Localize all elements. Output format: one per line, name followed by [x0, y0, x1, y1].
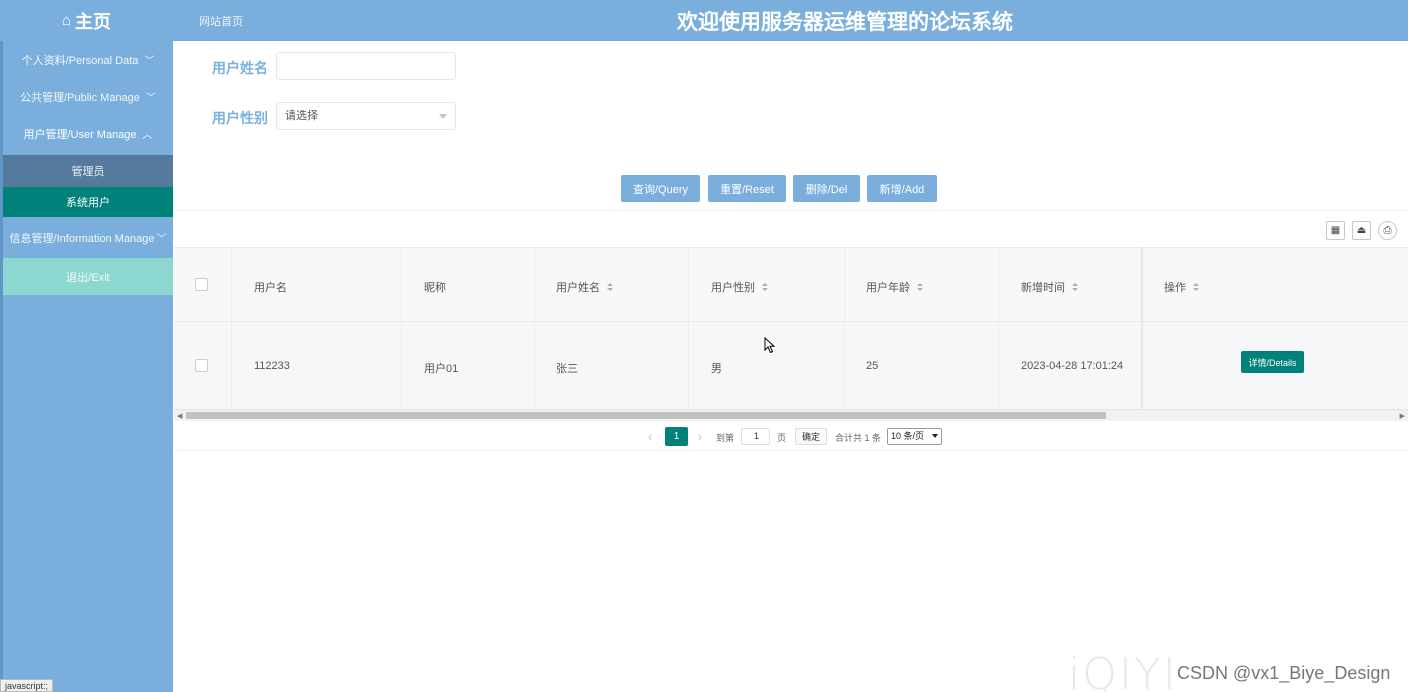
status-bar-url: javascript:; — [0, 679, 54, 692]
sidebar-subitem-label: 管理员 — [71, 166, 105, 178]
top-bar: ⌂ 主页 网站首页 欢迎使用服务器运维管理的论坛系统 — [0, 0, 1408, 41]
scroll-left-icon[interactable]: ◀ — [177, 412, 182, 420]
total-count: 合计共 1 条 — [835, 433, 882, 443]
sidebar-subitem-system-user[interactable]: 系统用户 — [3, 187, 173, 217]
page-title: 欢迎使用服务器运维管理的论坛系统 — [677, 11, 1013, 34]
watermark-logo: iQIYI — [1068, 649, 1178, 692]
gender-label: 用户性别 — [212, 110, 268, 126]
chevron-up-icon: ︿ — [142, 130, 153, 141]
sort-icon[interactable] — [607, 283, 613, 292]
cell-username: 112233 — [254, 360, 290, 372]
name-label: 用户姓名 — [212, 60, 268, 76]
column-header-created[interactable]: 新增时间 — [1021, 279, 1078, 295]
table-header — [174, 248, 1408, 322]
table-toolbar: ▦ ⏏ ⎙ — [174, 210, 1408, 247]
chevron-down-icon — [932, 434, 938, 438]
table-row[interactable] — [174, 322, 1408, 410]
chevron-down-icon: ﹀ — [145, 93, 156, 104]
scrollbar-thumb[interactable] — [186, 412, 1106, 419]
column-header-action[interactable]: 操作 — [1164, 279, 1199, 295]
exit-label: 退出/Exit — [66, 271, 110, 284]
home-link[interactable]: ⌂ 主页 — [0, 0, 173, 41]
sidebar-item-personal-data[interactable]: 个人资料/Personal Data ﹀ — [3, 41, 173, 78]
sidebar-item-label: 用户管理/User Manage — [23, 128, 137, 141]
add-button[interactable]: 新增/Add — [867, 175, 937, 202]
site-home-link[interactable]: 网站首页 — [199, 13, 243, 29]
sidebar-item-label: 公共管理/Public Manage — [20, 91, 140, 104]
next-page-icon[interactable]: › — [698, 429, 702, 444]
sidebar-item-public-manage[interactable]: 公共管理/Public Manage ﹀ — [3, 78, 173, 115]
sidebar-subitem-label: 系统用户 — [66, 197, 110, 209]
cell-created: 2023-04-28 17:01:24 — [1021, 360, 1124, 372]
scroll-right-icon[interactable]: ▶ — [1400, 412, 1405, 420]
sidebar-item-information-manage[interactable]: 信息管理/Information Manage ﹀ — [3, 219, 173, 256]
sort-icon[interactable] — [917, 283, 923, 292]
cell-age: 25 — [866, 360, 879, 372]
select-all-checkbox[interactable] — [195, 278, 208, 291]
sort-icon[interactable] — [762, 283, 768, 292]
chevron-down-icon: ﹀ — [156, 234, 167, 245]
goto-page-input[interactable]: 1 — [741, 428, 770, 445]
sidebar-item-user-manage[interactable]: 用户管理/User Manage ︿ — [3, 115, 173, 152]
cell-nickname: 用户01 — [424, 363, 459, 375]
sidebar-item-label: 个人资料/Personal Data — [21, 54, 139, 67]
exit-button[interactable]: 退出/Exit — [3, 258, 173, 295]
page-number-current[interactable]: 1 — [665, 427, 688, 446]
prev-page-icon[interactable]: ‹ — [648, 429, 652, 444]
horizontal-scrollbar[interactable]: ◀ ▶ — [174, 409, 1408, 421]
sidebar: 个人资料/Personal Data ﹀ 公共管理/Public Manage … — [0, 41, 173, 692]
page-unit-label: 页 — [777, 433, 787, 443]
details-button[interactable]: 详情/Details — [1241, 351, 1304, 373]
mouse-cursor-icon — [764, 337, 776, 354]
sort-icon[interactable] — [1072, 283, 1078, 292]
chevron-down-icon: ﹀ — [144, 56, 155, 67]
row-checkbox[interactable] — [195, 359, 208, 372]
chevron-down-icon — [439, 114, 447, 119]
print-icon[interactable]: ⎙ — [1378, 221, 1397, 240]
query-button[interactable]: 查询/Query — [621, 175, 700, 202]
watermark-text: CSDN @vx1_Biye_Design — [1177, 663, 1391, 683]
sort-icon[interactable] — [1193, 283, 1199, 292]
data-table: 用户名 昵称 用户姓名 用户性别 用户年龄 新增时间 操作 112233 用户0… — [174, 247, 1408, 410]
page-size-value: 10 条/页 — [891, 431, 925, 441]
gender-select-value: 请选择 — [285, 110, 318, 122]
divider — [174, 450, 1408, 451]
delete-button[interactable]: 删除/Del — [793, 175, 860, 202]
columns-icon[interactable]: ▦ — [1326, 221, 1345, 240]
reset-button[interactable]: 重置/Reset — [708, 175, 786, 202]
home-label: 主页 — [75, 11, 112, 32]
home-icon: ⌂ — [61, 12, 72, 29]
goto-confirm-button[interactable]: 确定 — [795, 428, 827, 445]
page-size-select[interactable]: 10 条/页 — [887, 428, 942, 445]
goto-label: 到第 — [716, 433, 735, 443]
sidebar-subitem-admin[interactable]: 管理员 — [3, 155, 173, 187]
gender-select[interactable]: 请选择 — [276, 102, 456, 130]
sidebar-item-label: 信息管理/Information Manage — [9, 232, 155, 245]
export-icon[interactable]: ⏏ — [1352, 221, 1371, 240]
cell-gender: 男 — [711, 363, 722, 375]
fixed-column-divider — [1141, 247, 1143, 409]
column-header-gender[interactable]: 用户性别 — [711, 279, 768, 295]
column-header-age[interactable]: 用户年龄 — [866, 279, 923, 295]
cell-realname: 张三 — [556, 363, 578, 375]
column-header-username[interactable]: 用户名 — [254, 279, 287, 295]
column-header-realname[interactable]: 用户姓名 — [556, 279, 613, 295]
column-header-nickname[interactable]: 昵称 — [424, 279, 446, 295]
name-input[interactable] — [276, 52, 456, 80]
